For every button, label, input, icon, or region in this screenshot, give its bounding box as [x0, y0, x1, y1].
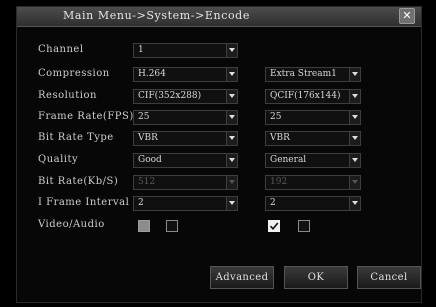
- label-bit-rate: Bit Rate(Kb/S): [38, 176, 119, 187]
- main-frame-rate-select[interactable]: 25: [133, 110, 238, 125]
- main-quality-select[interactable]: Good: [133, 153, 238, 168]
- extra-resolution-value: QCIF(176x144): [270, 91, 341, 101]
- extra-quality-value: General: [270, 155, 307, 165]
- chevron-down-icon: [226, 154, 237, 167]
- chevron-down-icon: [226, 132, 237, 145]
- compression-select[interactable]: H.264: [133, 67, 238, 82]
- main-video-checkbox[interactable]: [138, 220, 150, 232]
- extra-bit-rate-type-select[interactable]: VBR: [265, 131, 361, 146]
- chevron-down-icon: [226, 68, 237, 81]
- chevron-down-icon: [226, 197, 237, 210]
- extra-i-frame-value: 2: [270, 198, 276, 208]
- extra-quality-select[interactable]: General: [265, 153, 361, 168]
- label-i-frame-interval: I Frame Interval: [38, 197, 130, 208]
- channel-select[interactable]: 1: [133, 43, 238, 58]
- label-channel: Channel: [38, 44, 84, 55]
- main-resolution-value: CIF(352x288): [138, 91, 202, 101]
- label-frame-rate: Frame Rate(FPS): [38, 111, 134, 122]
- label-video-audio: Video/Audio: [38, 219, 105, 230]
- main-frame-rate-value: 25: [138, 112, 150, 122]
- chevron-down-icon: [349, 154, 360, 167]
- stream-type-select[interactable]: Extra Stream1: [265, 67, 361, 82]
- cancel-button[interactable]: Cancel: [357, 266, 421, 289]
- extra-i-frame-select[interactable]: 2: [265, 196, 361, 211]
- chevron-down-icon: [226, 90, 237, 103]
- extra-frame-rate-select[interactable]: 25: [265, 110, 361, 125]
- extra-resolution-select[interactable]: QCIF(176x144): [265, 89, 361, 104]
- main-i-frame-value: 2: [138, 198, 144, 208]
- chevron-down-icon: [349, 197, 360, 210]
- chevron-down-icon: [226, 176, 237, 189]
- close-icon[interactable]: ✕: [399, 8, 415, 24]
- main-bit-rate-select: 512: [133, 175, 238, 190]
- window-title: Main Menu->System->Encode: [63, 9, 250, 22]
- chevron-down-icon: [226, 111, 237, 124]
- ok-button[interactable]: OK: [284, 266, 348, 289]
- extra-bit-rate-type-value: VBR: [270, 133, 290, 143]
- chevron-down-icon: [349, 90, 360, 103]
- label-bit-rate-type: Bit Rate Type: [38, 132, 114, 143]
- extra-audio-checkbox[interactable]: [298, 220, 310, 232]
- compression-value: H.264: [138, 69, 166, 79]
- encode-dialog: Main Menu->System->Encode ✕ Channel Comp…: [16, 6, 422, 303]
- chevron-down-icon: [349, 176, 360, 189]
- stream-type-value: Extra Stream1: [270, 69, 337, 79]
- channel-value: 1: [138, 45, 144, 55]
- chevron-down-icon: [349, 68, 360, 81]
- extra-bit-rate-select: 192: [265, 175, 361, 190]
- main-audio-checkbox[interactable]: [166, 220, 178, 232]
- chevron-down-icon: [349, 132, 360, 145]
- extra-video-checkbox[interactable]: [268, 220, 280, 232]
- extra-frame-rate-value: 25: [270, 112, 282, 122]
- chevron-down-icon: [226, 44, 237, 57]
- main-bit-rate-value: 512: [138, 177, 156, 187]
- advanced-button[interactable]: Advanced: [210, 266, 274, 289]
- main-resolution-select[interactable]: CIF(352x288): [133, 89, 238, 104]
- chevron-down-icon: [349, 111, 360, 124]
- title-bar: Main Menu->System->Encode ✕: [17, 7, 421, 27]
- label-quality: Quality: [38, 154, 79, 165]
- main-i-frame-select[interactable]: 2: [133, 196, 238, 211]
- main-bit-rate-type-value: VBR: [138, 133, 158, 143]
- label-compression: Compression: [38, 68, 110, 79]
- main-bit-rate-type-select[interactable]: VBR: [133, 131, 238, 146]
- checkmark-icon: [269, 222, 279, 231]
- main-quality-value: Good: [138, 155, 162, 165]
- label-resolution: Resolution: [38, 90, 97, 101]
- extra-bit-rate-value: 192: [270, 177, 288, 187]
